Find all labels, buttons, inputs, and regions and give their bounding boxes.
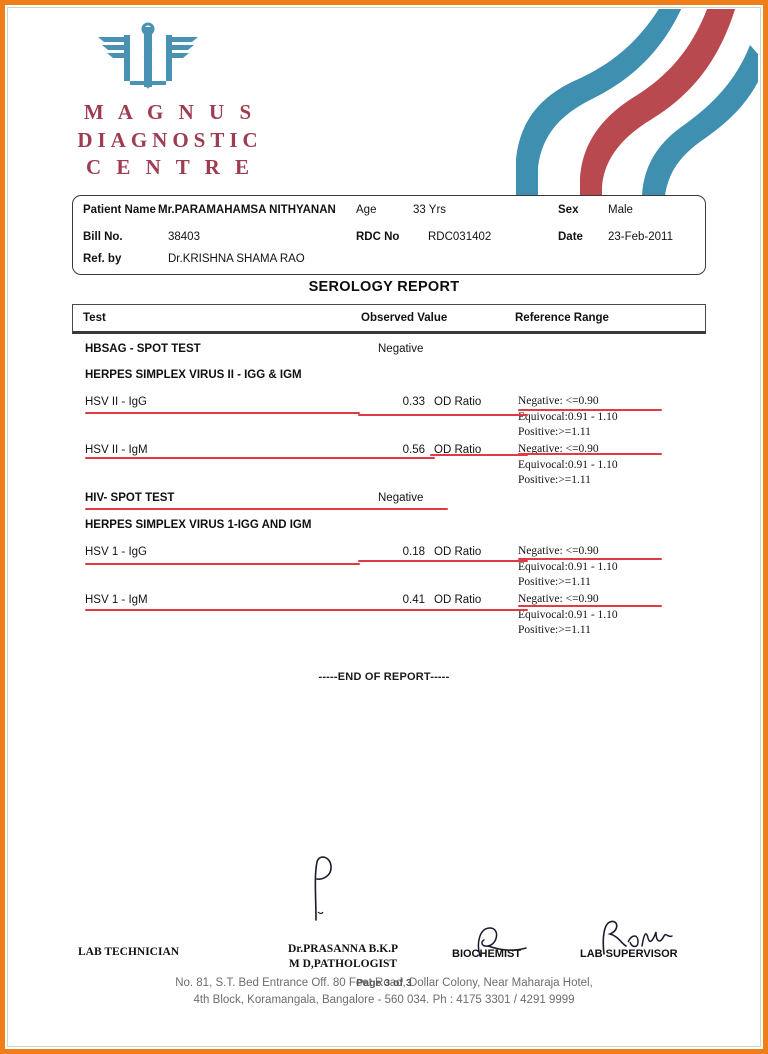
highlight-underline: [430, 454, 528, 457]
pathologist-signature-icon: [314, 856, 332, 921]
highlight-underline: [85, 508, 448, 511]
results-table-header: Test Observed Value Reference Range: [72, 304, 706, 334]
company-logo-block: M A G N U S DIAGNOSTIC C E N T R E: [70, 21, 320, 182]
table-row: HSV 1 - IgM 0.41 OD Ratio Negative: <=0.…: [10, 589, 758, 637]
sex-label: Sex: [558, 204, 579, 216]
column-header-test: Test: [83, 312, 106, 324]
report-sheet: M A G N U S DIAGNOSTIC C E N T R E Patie…: [10, 9, 758, 1045]
age-label: Age: [356, 204, 377, 216]
table-row: HSV 1 - IgG 0.18 OD Ratio Negative: <=0.…: [10, 541, 758, 589]
highlight-underline: [518, 605, 662, 607]
report-title: SEROLOGY REPORT: [308, 279, 460, 295]
test-name: HSV II - IgG: [85, 396, 147, 408]
reference-equivocal: Equivocal:0.91 - 1.10: [518, 608, 618, 621]
page-number-stamp: Page 3 of 3: [356, 977, 412, 989]
age-value: 33 Yrs: [413, 204, 447, 216]
reference-positive: Positive:>=1.11: [518, 624, 591, 636]
swoosh-decoration: [498, 9, 758, 199]
table-row: HSV II - IgG 0.33 OD Ratio Negative: <=0…: [10, 391, 758, 439]
test-group-heading: HERPES SIMPLEX VIRUS 1-IGG AND IGM: [85, 519, 312, 531]
test-name: HIV- SPOT TEST: [85, 492, 175, 504]
highlight-underline: [518, 558, 662, 560]
test-name: HSV II - IgM: [85, 444, 148, 456]
test-group-heading: HERPES SIMPLEX VIRUS II - IGG & IGM: [85, 369, 302, 381]
brand-name: M A G N U S DIAGNOSTIC C E N T R E: [70, 99, 270, 182]
lab-technician-label: LAB TECHNICIAN: [78, 946, 180, 958]
highlight-underline: [518, 453, 662, 455]
test-name: HSV 1 - IgG: [85, 546, 147, 558]
brand-line-2: DIAGNOSTIC: [77, 127, 263, 152]
biochemist-label: BIOCHEMIST: [452, 948, 522, 960]
table-row: HERPES SIMPLEX VIRUS 1-IGG AND IGM: [10, 515, 758, 541]
table-row: HSV II - IgM 0.56 OD Ratio Negative: <=0…: [10, 439, 758, 487]
end-of-report-marker: -----END OF REPORT-----: [318, 671, 450, 683]
reference-range: Negative: <=0.90 Equivocal:0.91 - 1.10 P…: [518, 442, 618, 489]
table-row: HERPES SIMPLEX VIRUS II - IGG & IGM: [10, 365, 758, 391]
referred-by-label: Ref. by: [83, 253, 122, 265]
observed-value: Negative: [378, 343, 424, 355]
highlight-underline: [358, 414, 528, 417]
brand-line-1: M A G N U S: [83, 100, 257, 124]
observed-unit: OD Ratio: [434, 594, 482, 606]
reference-equivocal: Equivocal:0.91 - 1.10: [518, 458, 618, 471]
observed-value: 0.33: [402, 396, 425, 408]
table-row: HIV- SPOT TEST Negative: [10, 487, 758, 515]
highlight-underline: [85, 609, 528, 612]
reference-negative: Negative: <=0.90: [518, 395, 599, 407]
column-header-reference-range: Reference Range: [515, 312, 609, 324]
table-row: HBSAG - SPOT TEST Negative: [10, 339, 758, 365]
signature-area: LAB TECHNICIAN Dr.PRASANNA B.K.P M D,PAT…: [10, 856, 758, 974]
brand-line-3: C E N T R E: [85, 155, 254, 180]
reference-negative: Negative: <=0.90: [518, 443, 599, 455]
test-name: HBSAG - SPOT TEST: [85, 343, 201, 355]
highlight-underline: [85, 457, 435, 460]
patient-info-box: Patient Name Mr.PARAMAHAMSA NITHYANAN Ag…: [72, 195, 706, 275]
address-line-2: 4th Block, Koramangala, Bangalore - 560 …: [193, 994, 575, 1006]
observed-value: 0.56: [402, 444, 425, 456]
highlight-underline: [358, 560, 528, 563]
pathologist-block: Dr.PRASANNA B.K.P M D,PATHOLOGIST: [248, 942, 438, 972]
observed-unit: OD Ratio: [434, 396, 482, 408]
highlight-underline: [518, 409, 662, 411]
test-name: HSV 1 - IgM: [85, 594, 148, 606]
observed-value: 0.41: [402, 594, 425, 606]
pathologist-name: Dr.PRASANNA B.K.P: [287, 943, 399, 955]
reference-range: Negative: <=0.90 Equivocal:0.91 - 1.10 P…: [518, 592, 618, 639]
reference-range: Negative: <=0.90 Equivocal:0.91 - 1.10 P…: [518, 544, 618, 591]
reference-equivocal: Equivocal:0.91 - 1.10: [518, 410, 618, 423]
highlight-underline: [85, 563, 360, 566]
pathologist-qualification: M D,PATHOLOGIST: [288, 958, 398, 970]
results-body: HBSAG - SPOT TEST Negative HERPES SIMPLE…: [10, 339, 758, 637]
caduceus-icon: [98, 22, 198, 89]
patient-info-row-1: Patient Name Mr.PARAMAHAMSA NITHYANAN Ag…: [73, 196, 705, 224]
referred-by-value: Dr.KRISHNA SHAMA RAO: [168, 253, 305, 265]
sex-value: Male: [608, 204, 633, 216]
observed-unit: OD Ratio: [434, 546, 482, 558]
highlight-underline: [85, 412, 360, 415]
patient-info-row-3: Ref. by Dr.KRISHNA SHAMA RAO: [73, 245, 705, 273]
patient-name-label: Patient Name: [83, 204, 156, 216]
observed-value: 0.18: [402, 546, 425, 558]
reference-equivocal: Equivocal:0.91 - 1.10: [518, 560, 618, 573]
column-header-observed-value: Observed Value: [361, 312, 448, 324]
observed-value: Negative: [378, 492, 424, 504]
reference-range: Negative: <=0.90 Equivocal:0.91 - 1.10 P…: [518, 394, 618, 441]
scanned-report-page: M A G N U S DIAGNOSTIC C E N T R E Patie…: [0, 0, 768, 1054]
patient-name-value: Mr.PARAMAHAMSA NITHYANAN: [158, 204, 336, 216]
lab-supervisor-label: LAB SUPERVISOR: [580, 948, 678, 960]
